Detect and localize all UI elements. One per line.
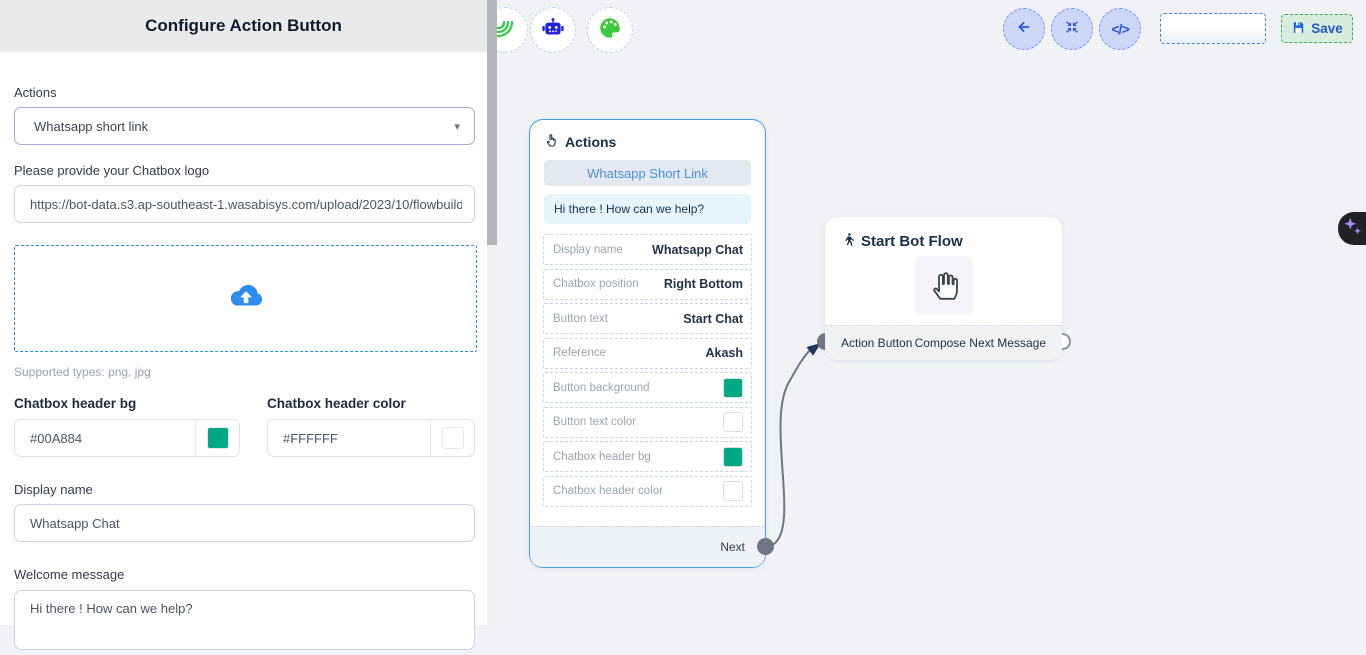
start-node-header: Start Bot Flow	[825, 217, 1062, 252]
save-icon	[1291, 20, 1306, 38]
chatbox-header-color-field: #FFFFFF	[267, 419, 475, 457]
chatbox-header-color-label: Chatbox header color	[267, 396, 406, 411]
panel-title: Configure Action Button	[145, 16, 342, 36]
actions-select[interactable]: Whatsapp short link ▾	[14, 107, 475, 145]
chatbox-header-bg-swatch	[723, 447, 743, 467]
logo-upload-dropzone[interactable]	[14, 245, 477, 352]
back-button[interactable]	[1003, 8, 1045, 50]
actions-node-footer: Next	[530, 526, 765, 567]
panel-scrollbar-thumb[interactable]	[487, 0, 497, 245]
param-row-reference: Reference Akash	[543, 338, 752, 369]
action-button-port-label: Action Button	[841, 336, 912, 350]
param-row-chatbox-header-bg: Chatbox header bg	[543, 441, 752, 472]
welcome-message-preview: Hi there ! How can we help?	[544, 194, 751, 224]
hand-cursor-icon	[927, 264, 961, 307]
flow-name-input[interactable]	[1160, 13, 1266, 44]
param-row-button-background: Button background	[543, 372, 752, 403]
ai-assistant-button[interactable]	[1338, 212, 1366, 245]
button-text-color-swatch	[723, 412, 743, 432]
param-row-chatbox-position: Chatbox position Right Bottom	[543, 269, 752, 300]
chatbox-header-color-panel-swatch	[442, 427, 464, 449]
supported-types-hint: Supported types: png, jpg	[14, 365, 475, 379]
next-port-handle[interactable]	[757, 538, 774, 555]
start-node-footer: Action Button Compose Next Message	[825, 325, 1062, 360]
param-row-display-name: Display name Whatsapp Chat	[543, 234, 752, 265]
cloud-upload-icon	[227, 281, 265, 316]
save-button[interactable]: Save	[1281, 14, 1353, 43]
actions-selected-value: Whatsapp short link	[34, 119, 148, 134]
theme-tool-button[interactable]	[587, 7, 633, 53]
start-bot-flow-node[interactable]: Start Bot Flow Action Button Compose Nex…	[825, 217, 1062, 360]
actions-node[interactable]: Actions Whatsapp Short Link Hi there ! H…	[529, 119, 766, 568]
chevron-down-icon: ▾	[454, 120, 460, 133]
action-type-pill[interactable]: Whatsapp Short Link	[544, 160, 751, 186]
param-row-button-text: Button text Start Chat	[543, 303, 752, 334]
sparkles-icon	[1342, 214, 1364, 243]
display-name-label: Display name	[14, 482, 475, 497]
param-row-chatbox-header-color: Chatbox header color	[543, 476, 752, 507]
chatbox-header-bg-label: Chatbox header bg	[14, 396, 267, 411]
save-button-label: Save	[1311, 21, 1343, 36]
chatbox-header-bg-picker[interactable]	[195, 420, 239, 456]
display-name-input[interactable]	[14, 504, 475, 542]
chatbox-logo-label: Please provide your Chatbox logo	[14, 163, 475, 178]
param-row-button-text-color: Button text color	[543, 407, 752, 438]
cursor-placeholder	[915, 256, 973, 314]
chatbox-header-color-picker[interactable]	[430, 420, 474, 456]
chatbox-logo-input[interactable]	[14, 185, 475, 223]
bot-tool-button[interactable]	[530, 7, 576, 53]
configure-panel: Configure Action Button Actions Whatsapp…	[0, 0, 497, 625]
welcome-message-label: Welcome message	[14, 567, 475, 582]
compress-icon	[1064, 19, 1080, 40]
chatbox-header-bg-panel-swatch	[207, 427, 229, 449]
compose-next-message-port-label: Compose Next Message	[915, 336, 1046, 350]
welcome-message-input[interactable]: Hi there ! How can we help?	[14, 590, 475, 650]
panel-header: Configure Action Button	[0, 0, 487, 52]
panel-scrollbar-track[interactable]	[487, 0, 497, 625]
action-parameters: Display name Whatsapp Chat Chatbox posit…	[543, 234, 752, 510]
actions-label: Actions	[14, 85, 475, 100]
back-arrow-icon	[1015, 18, 1033, 41]
start-node-title: Start Bot Flow	[861, 233, 963, 250]
code-icon: </>	[1111, 21, 1128, 37]
palette-icon	[597, 15, 623, 46]
code-view-button[interactable]: </>	[1099, 8, 1141, 50]
robot-icon	[540, 15, 566, 46]
chatbox-header-color-value[interactable]: #FFFFFF	[268, 420, 430, 456]
next-port-label: Next	[720, 540, 745, 554]
button-background-swatch	[723, 378, 743, 398]
actions-node-title: Actions	[565, 134, 616, 150]
hand-tap-icon	[544, 133, 559, 151]
chatbox-header-bg-value[interactable]: #00A884	[15, 420, 195, 456]
fit-view-button[interactable]	[1051, 8, 1093, 50]
chatbox-header-color-swatch	[723, 481, 743, 501]
walking-person-icon	[841, 231, 856, 252]
actions-node-header: Actions	[530, 120, 765, 151]
chatbox-header-bg-field: #00A884	[14, 419, 240, 457]
